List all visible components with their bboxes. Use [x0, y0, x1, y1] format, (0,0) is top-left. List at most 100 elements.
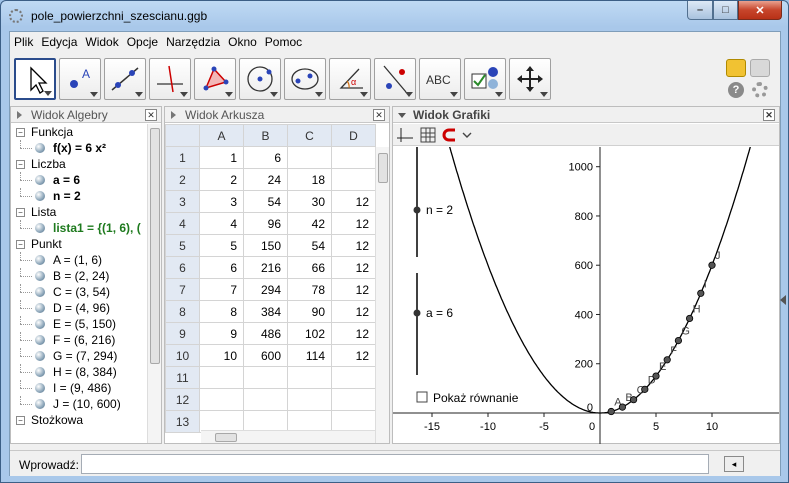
sheet-cell[interactable]: 102 [287, 322, 332, 345]
close-graphics-icon[interactable]: ✕ [763, 109, 775, 121]
circle-tool[interactable] [239, 58, 281, 100]
sheet-cell[interactable] [331, 168, 376, 191]
data-point[interactable] [697, 289, 705, 297]
spreadsheet-grid[interactable]: A B C D 1 1 6 2 2 24 18 3 3 54 30 12 4 4 96 42 12 5 5 150 54 12 6 6… [165, 124, 376, 433]
sheet-cell[interactable]: 4 [199, 212, 244, 235]
visibility-toggle-icon[interactable] [35, 175, 45, 185]
graphics-canvas[interactable]: -15 -10 -5 0 5 1020040060080010000 A BCDEFGHIJn… [393, 147, 779, 444]
algebra-item[interactable]: E = (5, 150) [11, 316, 147, 332]
data-point[interactable] [663, 356, 671, 364]
algebra-item[interactable]: F = (6, 216) [11, 332, 147, 348]
row-header[interactable]: 9 [165, 322, 200, 345]
data-point[interactable] [630, 396, 638, 404]
sheet-cell[interactable]: 30 [287, 190, 332, 213]
visibility-toggle-icon[interactable] [35, 303, 45, 313]
row-header[interactable]: 10 [165, 344, 200, 367]
column-header[interactable]: D [331, 124, 376, 147]
menu-pomoc[interactable]: Pomoc [265, 35, 302, 49]
menu-okno[interactable]: Okno [228, 35, 257, 49]
row-header[interactable]: 6 [165, 256, 200, 279]
algebra-item[interactable]: D = (4, 96) [11, 300, 147, 316]
sheet-corner[interactable] [165, 124, 200, 147]
sheet-cell[interactable]: 78 [287, 278, 332, 301]
visibility-toggle-icon[interactable] [35, 367, 45, 377]
text-tool[interactable]: ABC [419, 58, 461, 100]
close-spreadsheet-icon[interactable]: ✕ [373, 109, 385, 121]
sheet-cell[interactable] [331, 366, 376, 389]
checkbox-tool[interactable] [464, 58, 506, 100]
redo-icon[interactable] [750, 59, 770, 77]
sheet-cell[interactable]: 384 [243, 300, 288, 323]
algebra-group[interactable]: − Liczba [11, 156, 147, 172]
menu-narzedzia[interactable]: Narzędzia [166, 35, 220, 49]
algebra-group[interactable]: − Punkt [11, 236, 147, 252]
sheet-cell[interactable]: 294 [243, 278, 288, 301]
close-button[interactable]: ✕ [738, 1, 782, 20]
sheet-cell[interactable]: 6 [199, 256, 244, 279]
spreadsheet-vscroll[interactable] [375, 147, 389, 443]
algebra-group[interactable]: − Lista [11, 204, 147, 220]
sheet-cell[interactable]: 24 [243, 168, 288, 191]
sheet-cell[interactable]: 66 [287, 256, 332, 279]
sheet-cell[interactable] [287, 146, 332, 169]
visibility-toggle-icon[interactable] [35, 399, 45, 409]
sheet-cell[interactable]: 10 [199, 344, 244, 367]
visibility-toggle-icon[interactable] [35, 351, 45, 361]
algebra-group[interactable]: − Stożkowa [11, 412, 147, 428]
row-header[interactable]: 3 [165, 190, 200, 213]
angle-tool[interactable]: α [329, 58, 371, 100]
row-header[interactable]: 13 [165, 410, 200, 433]
menu-edycja[interactable]: Edycja [41, 35, 77, 49]
menu-opcje[interactable]: Opcje [127, 35, 158, 49]
sheet-cell[interactable]: 54 [287, 234, 332, 257]
sheet-cell[interactable] [243, 388, 288, 411]
sheet-cell[interactable]: 7 [199, 278, 244, 301]
visibility-toggle-icon[interactable] [35, 143, 45, 153]
menu-plik[interactable]: Plik [14, 35, 33, 49]
data-point[interactable] [708, 261, 716, 269]
sheet-cell[interactable]: 12 [331, 256, 376, 279]
algebra-item[interactable]: I = (9, 486) [11, 380, 147, 396]
data-point[interactable] [652, 372, 660, 380]
collapse-icon[interactable]: − [16, 160, 25, 169]
visibility-toggle-icon[interactable] [35, 287, 45, 297]
algebra-item[interactable]: n = 2 [11, 188, 147, 204]
algebra-scrollbar[interactable] [147, 124, 161, 443]
sheet-cell[interactable]: 96 [243, 212, 288, 235]
spreadsheet-hscroll[interactable] [201, 430, 375, 443]
panel-toggle-icon[interactable] [398, 113, 406, 118]
sheet-cell[interactable]: 2 [199, 168, 244, 191]
sheet-cell[interactable] [331, 146, 376, 169]
side-expand-icon[interactable] [780, 295, 786, 305]
sheet-cell[interactable]: 3 [199, 190, 244, 213]
column-header[interactable]: B [243, 124, 288, 147]
algebra-item[interactable]: f(x) = 6 x² [11, 140, 147, 156]
sheet-cell[interactable] [287, 366, 332, 389]
panel-toggle-icon[interactable] [17, 111, 22, 119]
row-header[interactable]: 11 [165, 366, 200, 389]
algebra-item[interactable]: J = (10, 600) [11, 396, 147, 412]
algebra-item[interactable]: C = (3, 54) [11, 284, 147, 300]
sheet-cell[interactable]: 9 [199, 322, 244, 345]
reflect-tool[interactable] [374, 58, 416, 100]
sheet-cell[interactable]: 18 [287, 168, 332, 191]
data-point[interactable] [674, 336, 682, 345]
equation-checkbox[interactable] [416, 391, 428, 403]
row-header[interactable]: 2 [165, 168, 200, 191]
line-tool[interactable] [104, 58, 146, 100]
sheet-cell[interactable]: 216 [243, 256, 288, 279]
row-header[interactable]: 5 [165, 234, 200, 257]
axes-toggle-icon[interactable] [397, 128, 413, 142]
data-point[interactable] [607, 407, 615, 416]
collapse-icon[interactable]: − [16, 128, 25, 137]
visibility-toggle-icon[interactable] [35, 191, 45, 201]
algebra-group[interactable]: − Funkcja [11, 124, 147, 140]
sheet-cell[interactable]: 12 [331, 212, 376, 235]
sheet-cell[interactable]: 12 [331, 300, 376, 323]
sheet-cell[interactable]: 114 [287, 344, 332, 367]
close-algebra-icon[interactable]: ✕ [145, 109, 157, 121]
keyboard-toggle-icon[interactable]: ◂ [724, 456, 744, 472]
data-point[interactable] [618, 403, 626, 411]
sheet-cell[interactable]: 12 [331, 190, 376, 213]
sheet-cell[interactable]: 12 [331, 234, 376, 257]
